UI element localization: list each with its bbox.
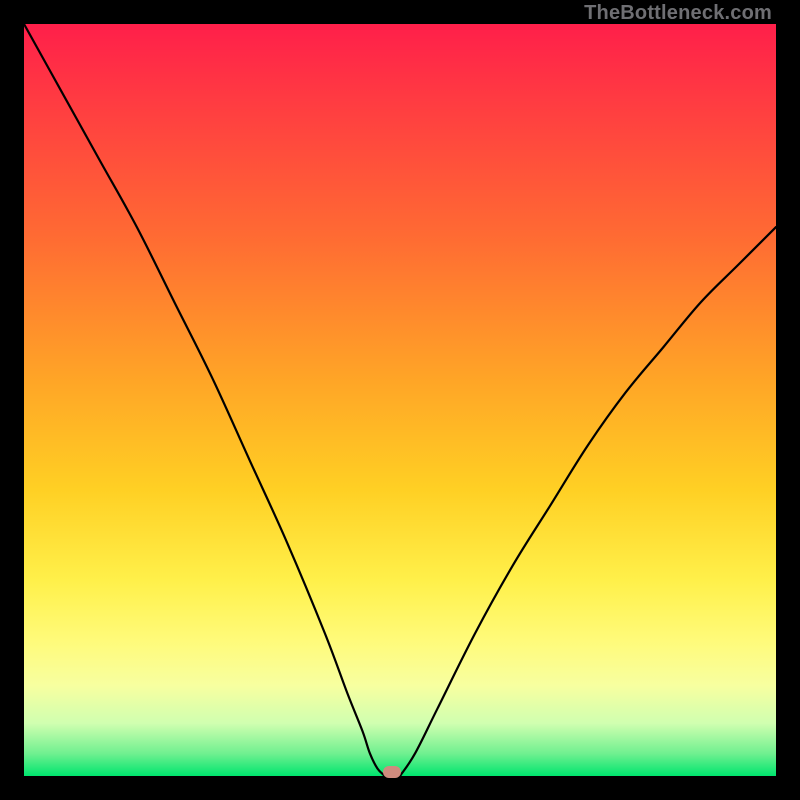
bottleneck-curve	[24, 24, 776, 776]
curve-left-branch	[24, 24, 385, 776]
curve-right-branch	[400, 227, 776, 776]
watermark-text: TheBottleneck.com	[584, 2, 772, 25]
chart-frame: TheBottleneck.com	[0, 0, 800, 800]
plot-area	[24, 24, 776, 776]
optimal-marker	[383, 766, 401, 778]
